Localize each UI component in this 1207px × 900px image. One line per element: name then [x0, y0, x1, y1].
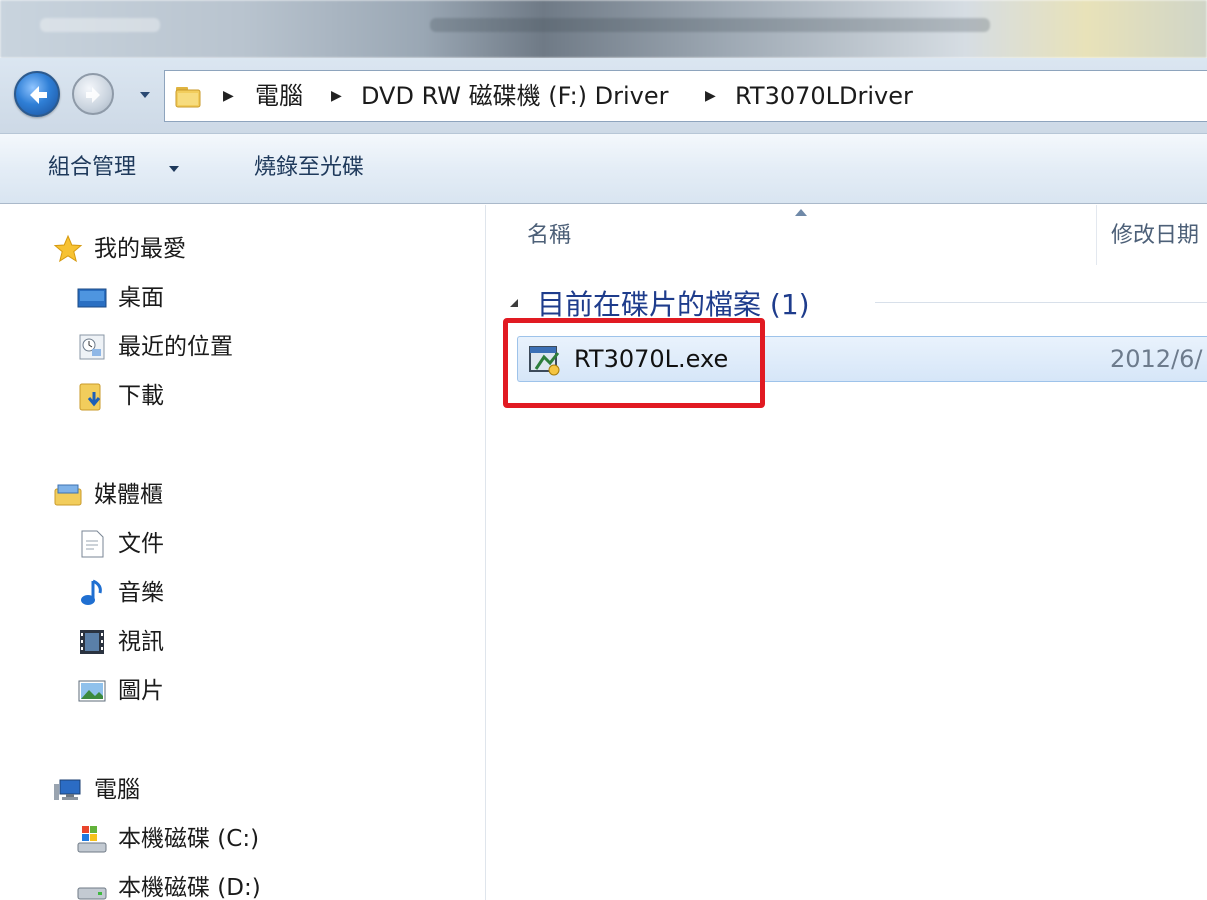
- command-bar: 組合管理 燒錄至光碟: [0, 134, 1207, 204]
- back-button[interactable]: [14, 71, 60, 117]
- nav-item-label: 本機磁碟 (D:): [118, 875, 261, 900]
- column-divider[interactable]: [1096, 205, 1097, 265]
- breadcrumb-separator[interactable]: ▶: [223, 71, 234, 121]
- star-icon: [53, 234, 83, 263]
- sort-ascending-icon: [795, 209, 807, 216]
- explorer-window: ▶ 電腦 ▶ DVD RW 磁碟機 (F:) Driver ▶ RT3070LD…: [0, 0, 1207, 900]
- folder-icon: [175, 87, 201, 108]
- file-date-modified: 2012/6/: [1110, 345, 1203, 373]
- nav-item-label: 本機磁碟 (C:): [118, 826, 260, 852]
- breadcrumb-computer[interactable]: 電腦: [255, 71, 303, 121]
- breadcrumb-separator[interactable]: ▶: [331, 71, 342, 121]
- nav-item-label: 下載: [118, 383, 164, 409]
- video-film-icon: [80, 630, 104, 654]
- history-dropdown-icon[interactable]: [138, 88, 152, 102]
- burn-to-disc-button[interactable]: 燒錄至光碟: [254, 134, 364, 204]
- setup-exe-icon: [529, 346, 560, 376]
- nav-item-label: 圖片: [118, 678, 164, 704]
- address-bar[interactable]: ▶ 電腦 ▶ DVD RW 磁碟機 (F:) Driver ▶ RT3070LD…: [164, 70, 1207, 122]
- breadcrumb-dvd-drive[interactable]: DVD RW 磁碟機 (F:) Driver: [361, 71, 669, 121]
- desktop-icon: [77, 288, 107, 308]
- forward-button[interactable]: [72, 73, 114, 115]
- address-row: ▶ 電腦 ▶ DVD RW 磁碟機 (F:) Driver ▶ RT3070LD…: [0, 58, 1207, 134]
- breadcrumb-separator[interactable]: ▶: [705, 71, 716, 121]
- nav-item-label: 桌面: [118, 285, 164, 311]
- library-icon: [54, 484, 82, 506]
- arrow-left-icon: [30, 86, 47, 104]
- nav-libraries-label: 媒體櫃: [94, 482, 163, 508]
- breadcrumb-current-folder[interactable]: RT3070LDriver: [735, 71, 913, 121]
- file-row-selected[interactable]: RT3070L.exe 2012/6/: [517, 336, 1207, 382]
- organize-button[interactable]: 組合管理: [48, 134, 136, 204]
- nav-computer-label: 電腦: [94, 777, 140, 803]
- group-collapse-icon[interactable]: [509, 298, 519, 308]
- windows-drive-icon: [77, 826, 107, 853]
- chevron-down-icon: [169, 166, 179, 172]
- nav-item-label: 最近的位置: [118, 334, 233, 360]
- recent-places-icon: [79, 334, 105, 360]
- downloads-folder-icon: [79, 383, 101, 411]
- window-title-strip: [0, 0, 1207, 58]
- group-header[interactable]: 目前在碟片的檔案 (1): [537, 283, 810, 323]
- music-note-icon: [81, 579, 102, 605]
- arrow-right-icon: [86, 87, 100, 103]
- nav-item-label: 視訊: [118, 629, 164, 655]
- file-list-pane: 名稱 修改日期 目前在碟片的檔案 (1) RT3070L.exe 2012/6/: [487, 205, 1207, 900]
- computer-icon: [54, 779, 81, 800]
- column-header-date-modified[interactable]: 修改日期: [1111, 217, 1199, 249]
- navigation-pane: 我的最愛 桌面 最近的位置 下載 媒體櫃 文件 音樂 視訊 圖片 電腦 本機磁碟…: [0, 205, 486, 900]
- file-name[interactable]: RT3070L.exe: [574, 337, 728, 381]
- document-icon: [81, 530, 104, 558]
- nav-item-label: 文件: [118, 531, 164, 557]
- column-header-name[interactable]: 名稱: [527, 217, 571, 249]
- picture-icon: [78, 680, 106, 702]
- group-divider: [875, 302, 1207, 303]
- nav-item-label: 音樂: [118, 580, 164, 606]
- hard-drive-icon: [77, 887, 107, 900]
- nav-favorites-label: 我的最愛: [94, 236, 186, 262]
